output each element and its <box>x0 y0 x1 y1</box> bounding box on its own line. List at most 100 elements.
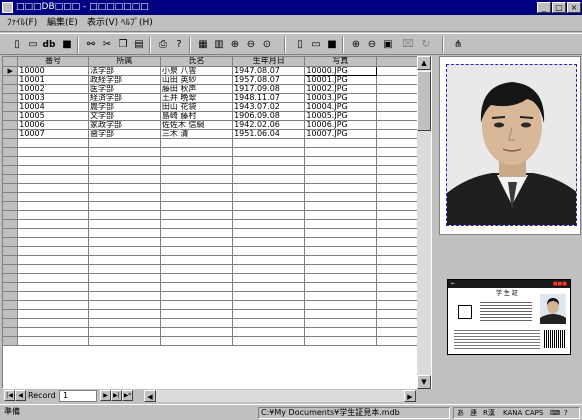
cell-empty[interactable] <box>17 183 89 193</box>
cell-photo[interactable]: 10007.JPG <box>304 129 377 139</box>
cell-dept[interactable]: 法学部 <box>88 66 161 76</box>
row-selector[interactable] <box>3 192 19 202</box>
cell-empty[interactable] <box>17 219 89 229</box>
row-selector[interactable] <box>3 291 19 301</box>
cut-icon[interactable]: ✂ <box>99 37 115 53</box>
cell-empty[interactable] <box>88 336 161 346</box>
cell-empty[interactable] <box>88 219 161 229</box>
cell-empty[interactable] <box>160 264 234 274</box>
table-row[interactable]: 10006 家政学部 佐佐木 信綱 1942.02.06 10006.JPG <box>3 120 431 130</box>
column-header-id[interactable]: 番号 <box>17 57 89 67</box>
menu-edit[interactable]: 編集(E) <box>44 17 81 30</box>
cell-birth[interactable]: 1951.06.04 <box>232 129 306 139</box>
cell-empty[interactable] <box>17 255 89 265</box>
cell-empty[interactable] <box>88 309 161 319</box>
tree-icon[interactable]: ⋔ <box>450 37 466 53</box>
cell-name[interactable]: 小泉 八雲 <box>160 66 234 76</box>
menu-file[interactable]: ﾌｧｲﾙ(F) <box>4 17 40 30</box>
row-selector[interactable] <box>3 255 19 265</box>
empty-row[interactable] <box>3 237 431 247</box>
ime-mode-icon[interactable]: あ <box>457 408 464 418</box>
cell-empty[interactable] <box>160 255 234 265</box>
cell-empty[interactable] <box>17 318 89 328</box>
new-record-icon[interactable]: ▶* <box>122 390 133 401</box>
cell-empty[interactable] <box>232 192 306 202</box>
row-selector[interactable] <box>3 102 19 112</box>
splitter[interactable] <box>434 56 438 403</box>
cell-empty[interactable] <box>160 327 234 337</box>
cell-empty[interactable] <box>304 273 377 283</box>
cell-empty[interactable] <box>304 237 377 247</box>
image-zoom-out-icon[interactable]: ⊖ <box>364 37 380 53</box>
cell-empty[interactable] <box>232 219 306 229</box>
cell-empty[interactable] <box>88 174 161 184</box>
minimize-button[interactable]: _ <box>537 2 551 13</box>
table-row[interactable]: 10003 経済学部 土井 晩翠 1948.11.07 10003.JPG <box>3 93 431 103</box>
cell-empty[interactable] <box>304 300 377 310</box>
save-icon[interactable]: ■ <box>59 37 75 53</box>
cell-empty[interactable] <box>160 219 234 229</box>
cell-dept[interactable]: 政経学部 <box>88 75 161 85</box>
cell-empty[interactable] <box>304 210 377 220</box>
cell-empty[interactable] <box>160 210 234 220</box>
cell-name[interactable]: 土井 晩翠 <box>160 93 234 103</box>
new-image-icon[interactable]: ▯ <box>292 37 308 53</box>
rotate-icon[interactable]: ↻ <box>418 37 434 53</box>
grid-view-icon[interactable]: ▦ <box>195 37 211 53</box>
empty-row[interactable] <box>3 165 431 175</box>
cell-empty[interactable] <box>160 282 234 292</box>
table-row[interactable]: 10001 政経学部 山田 英紗 1957.08.07 10001.JPG <box>3 75 431 85</box>
row-selector[interactable] <box>3 111 19 121</box>
cell-empty[interactable] <box>232 138 306 148</box>
cell-empty[interactable] <box>232 210 306 220</box>
cell-empty[interactable] <box>304 318 377 328</box>
help-icon[interactable]: ? <box>171 37 187 53</box>
cell-empty[interactable] <box>17 228 89 238</box>
row-selector[interactable] <box>3 201 19 211</box>
cell-empty[interactable] <box>160 291 234 301</box>
cell-photo[interactable]: 10005.JPG <box>304 111 377 121</box>
table-row[interactable]: 10004 農学部 田山 花袋 1943.07.02 10004.JPG <box>3 102 431 112</box>
cell-birth[interactable]: 1942.02.06 <box>232 120 306 130</box>
ime-caps-icon[interactable]: CAPS <box>525 408 543 418</box>
cell-name[interactable]: 島崎 藤村 <box>160 111 234 121</box>
cell-birth[interactable]: 1957.08.07 <box>232 75 306 85</box>
cell-empty[interactable] <box>232 156 306 166</box>
cell-empty[interactable] <box>88 228 161 238</box>
ime-keyboard-icon[interactable]: ⌨ <box>550 408 560 418</box>
cell-empty[interactable] <box>304 192 377 202</box>
cell-empty[interactable] <box>304 264 377 274</box>
cell-empty[interactable] <box>88 165 161 175</box>
cell-id[interactable]: 10002 <box>17 84 89 94</box>
crop-icon[interactable]: ⌧ <box>400 37 416 53</box>
cell-empty[interactable] <box>232 228 306 238</box>
image-zoom-in-icon[interactable]: ⊕ <box>348 37 364 53</box>
column-header-dept[interactable]: 所属 <box>88 57 161 67</box>
app-icon[interactable] <box>2 2 13 13</box>
cell-empty[interactable] <box>304 183 377 193</box>
cell-empty[interactable] <box>160 165 234 175</box>
row-selector[interactable] <box>3 219 19 229</box>
record-view-icon[interactable]: ▥ <box>211 37 227 53</box>
prev-record-icon[interactable]: ◀ <box>15 390 26 401</box>
cell-empty[interactable] <box>17 138 89 148</box>
cell-empty[interactable] <box>304 138 377 148</box>
cell-empty[interactable] <box>160 309 234 319</box>
cell-empty[interactable] <box>304 291 377 301</box>
cell-empty[interactable] <box>88 282 161 292</box>
cell-empty[interactable] <box>160 147 234 157</box>
next-record-icon[interactable]: ▶ <box>100 390 111 401</box>
cell-dept[interactable]: 文学部 <box>88 111 161 121</box>
grid-vertical-scrollbar[interactable]: ▲ ▼ <box>417 56 431 389</box>
empty-row[interactable] <box>3 156 431 166</box>
student-photo[interactable] <box>446 64 577 226</box>
cell-empty[interactable] <box>232 327 306 337</box>
row-selector[interactable] <box>3 84 19 94</box>
row-selector[interactable] <box>3 138 19 148</box>
cell-empty[interactable] <box>160 273 234 283</box>
save-image-icon[interactable]: ■ <box>324 37 340 53</box>
cell-empty[interactable] <box>17 327 89 337</box>
cell-id[interactable]: 10004 <box>17 102 89 112</box>
cell-empty[interactable] <box>17 300 89 310</box>
cell-name[interactable]: 佐佐木 信綱 <box>160 120 234 130</box>
